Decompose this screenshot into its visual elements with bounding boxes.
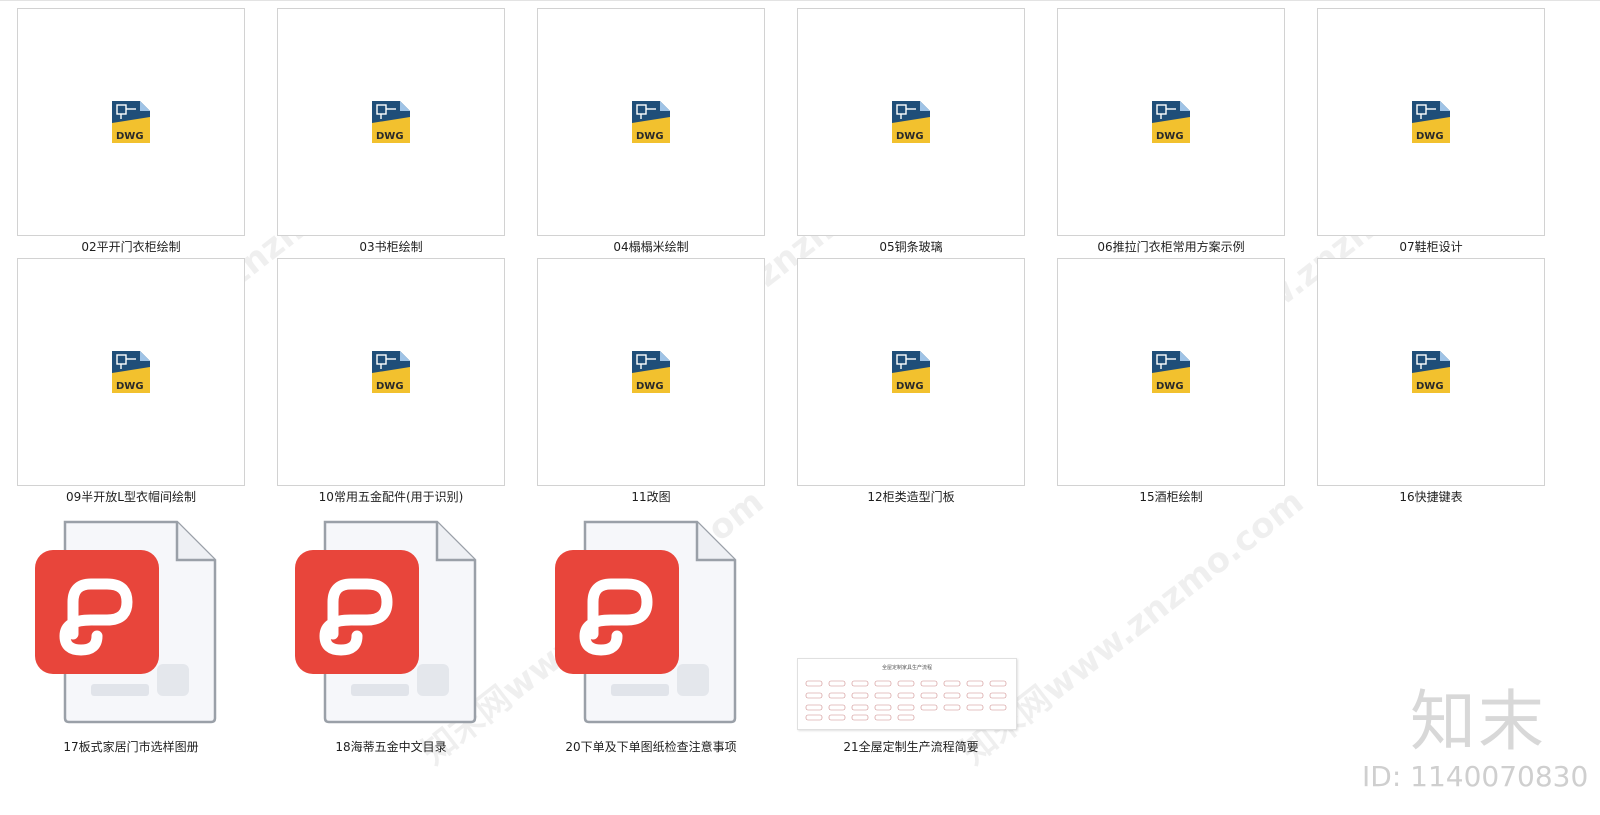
dwg-file-icon: DWG	[110, 99, 152, 145]
svg-text:全屋定制家具生产流程: 全屋定制家具生产流程	[882, 664, 932, 671]
svg-text:DWG: DWG	[896, 381, 924, 392]
file-thumbnail-frame: DWG	[17, 258, 245, 486]
document-thumbnail: 全屋定制家具生产流程	[797, 658, 1017, 730]
file-item[interactable]: DWG 16快捷键表	[1317, 258, 1545, 504]
wps-pdf-icon	[295, 518, 485, 732]
wps-pdf-icon	[555, 518, 745, 732]
file-item[interactable]: DWG 06推拉门衣柜常用方案示例	[1057, 8, 1285, 254]
image-id: ID: 1140070830	[1362, 760, 1589, 793]
file-thumbnail-frame: DWG	[1317, 258, 1545, 486]
file-thumbnail-frame: DWG	[537, 8, 765, 236]
dwg-file-icon: DWG	[1150, 99, 1192, 145]
file-name-label: 12柜类造型门板	[867, 490, 955, 504]
file-thumbnail-frame: DWG	[1317, 8, 1545, 236]
file-name-label: 21全屋定制生产流程简要	[843, 740, 979, 754]
file-name-label: 06推拉门衣柜常用方案示例	[1097, 240, 1245, 254]
file-name-label: 11改图	[631, 490, 671, 504]
file-thumbnail-frame: DWG	[797, 258, 1025, 486]
file-item[interactable]: DWG 11改图	[537, 258, 765, 504]
file-name-label: 07鞋柜设计	[1399, 240, 1463, 254]
dwg-file-icon: DWG	[630, 349, 672, 395]
dwg-file-icon: DWG	[110, 349, 152, 395]
file-thumbnail-frame: DWG	[17, 8, 245, 236]
file-name-label: 20下单及下单图纸检查注意事项	[565, 740, 737, 754]
file-thumbnail-frame: DWG	[537, 258, 765, 486]
file-item[interactable]: DWG 15酒柜绘制	[1057, 258, 1285, 504]
file-item[interactable]: DWG 05铜条玻璃	[797, 8, 1025, 254]
svg-text:DWG: DWG	[1416, 381, 1444, 392]
file-item[interactable]: DWG 07鞋柜设计	[1317, 8, 1545, 254]
svg-text:DWG: DWG	[1156, 131, 1184, 142]
svg-text:DWG: DWG	[116, 381, 144, 392]
svg-text:DWG: DWG	[896, 131, 924, 142]
file-item[interactable]: DWG 04榻榻米绘制	[537, 8, 765, 254]
top-divider	[0, 0, 1600, 1]
file-item[interactable]: 18海蒂五金中文目录	[277, 508, 505, 754]
brand-logo-text: 知末	[1410, 683, 1546, 760]
file-name-label: 17板式家居门市选样图册	[63, 740, 199, 754]
dwg-file-icon: DWG	[1410, 99, 1452, 145]
svg-text:DWG: DWG	[376, 381, 404, 392]
file-item[interactable]: DWG 10常用五金配件(用于识别)	[277, 258, 505, 504]
svg-text:DWG: DWG	[116, 131, 144, 142]
file-name-label: 04榻榻米绘制	[613, 240, 689, 254]
svg-text:DWG: DWG	[1156, 381, 1184, 392]
file-name-label: 03书柜绘制	[359, 240, 423, 254]
dwg-file-icon: DWG	[370, 99, 412, 145]
file-item[interactable]: 全屋定制家具生产流程 21全屋定制生产流程简要	[797, 508, 1025, 754]
file-name-label: 18海蒂五金中文目录	[335, 740, 447, 754]
file-item[interactable]: 17板式家居门市选样图册	[17, 508, 245, 754]
file-thumbnail-frame: DWG	[797, 8, 1025, 236]
svg-text:DWG: DWG	[376, 131, 404, 142]
svg-text:DWG: DWG	[636, 131, 664, 142]
dwg-file-icon: DWG	[370, 349, 412, 395]
file-item[interactable]: 20下单及下单图纸检查注意事项	[537, 508, 765, 754]
file-name-label: 15酒柜绘制	[1139, 490, 1203, 504]
file-name-label: 09半开放L型衣帽间绘制	[66, 490, 196, 504]
file-thumbnail-frame: DWG	[277, 8, 505, 236]
svg-text:DWG: DWG	[1416, 131, 1444, 142]
file-thumbnail-frame: DWG	[277, 258, 505, 486]
file-thumbnail-frame: DWG	[1057, 258, 1285, 486]
wps-pdf-icon	[35, 518, 225, 732]
file-item[interactable]: DWG 12柜类造型门板	[797, 258, 1025, 504]
file-thumbnail-frame: DWG	[1057, 8, 1285, 236]
file-item[interactable]: DWG 09半开放L型衣帽间绘制	[17, 258, 245, 504]
file-item[interactable]: DWG 03书柜绘制	[277, 8, 505, 254]
file-name-label: 02平开门衣柜绘制	[81, 240, 181, 254]
file-name-label: 10常用五金配件(用于识别)	[318, 490, 464, 504]
dwg-file-icon: DWG	[890, 349, 932, 395]
dwg-file-icon: DWG	[890, 99, 932, 145]
dwg-file-icon: DWG	[1410, 349, 1452, 395]
file-name-label: 16快捷键表	[1399, 490, 1463, 504]
file-name-label: 05铜条玻璃	[879, 240, 943, 254]
dwg-file-icon: DWG	[630, 99, 672, 145]
file-item[interactable]: DWG 02平开门衣柜绘制	[17, 8, 245, 254]
dwg-file-icon: DWG	[1150, 349, 1192, 395]
svg-text:DWG: DWG	[636, 381, 664, 392]
